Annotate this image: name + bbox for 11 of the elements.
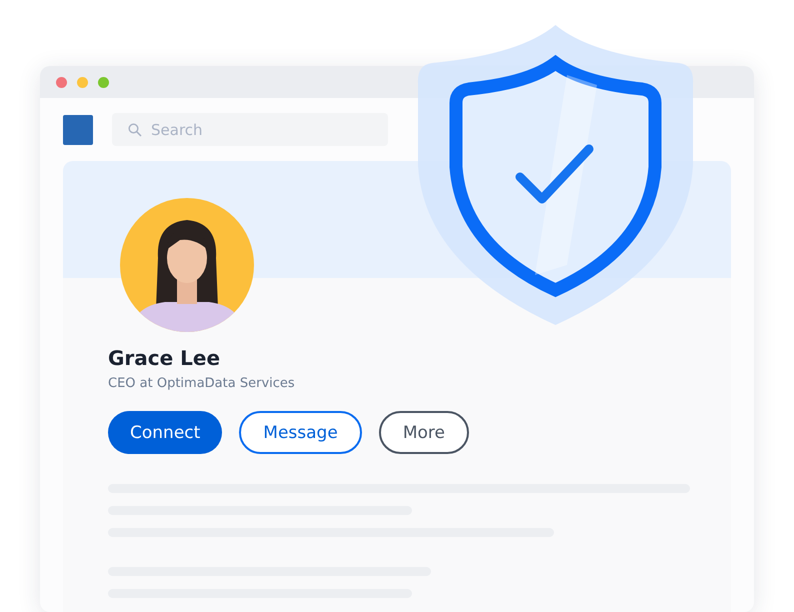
message-button[interactable]: Message — [239, 411, 362, 454]
profile-name: Grace Lee — [108, 346, 222, 370]
connect-button[interactable]: Connect — [108, 411, 222, 454]
minimize-dot[interactable] — [77, 76, 88, 88]
profile-headline: CEO at OptimaData Services — [108, 376, 296, 391]
search-field[interactable]: Search — [112, 113, 388, 146]
search-icon — [128, 123, 142, 137]
more-button[interactable]: More — [378, 411, 469, 454]
maximize-dot[interactable] — [98, 76, 109, 88]
close-dot[interactable] — [56, 76, 67, 88]
logo-square — [63, 114, 93, 144]
